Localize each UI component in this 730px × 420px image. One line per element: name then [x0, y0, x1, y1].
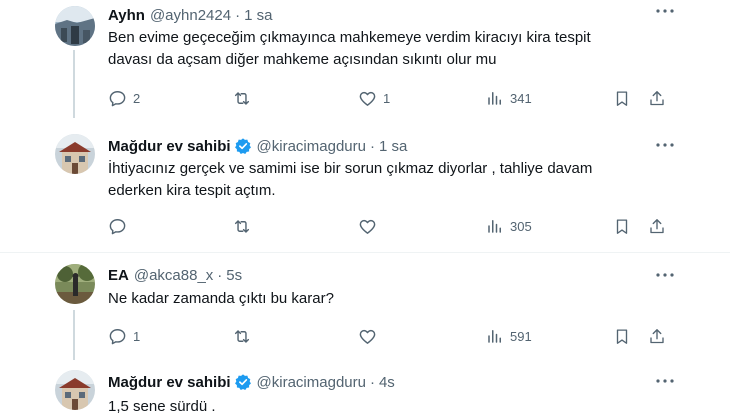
verified-badge-icon — [234, 137, 252, 155]
like-button[interactable] — [358, 216, 377, 236]
bookmark-icon — [616, 328, 628, 344]
share-icon — [650, 328, 664, 343]
views-count: 591 — [510, 328, 532, 344]
views-icon — [488, 330, 501, 343]
thread-line — [73, 310, 75, 360]
avatar[interactable] — [55, 134, 95, 174]
separator-dot: · — [217, 266, 223, 284]
tweet-text-line: 1,5 sene sürdü . — [108, 398, 216, 415]
like-button[interactable]: 1 — [358, 88, 390, 108]
retweet-icon — [234, 329, 250, 343]
tweet-text-line: ederken kira tespit açtım. — [108, 182, 276, 199]
tweet-text-line: İhtiyacınız gerçek ve samimi ise bir sor… — [108, 160, 593, 177]
author-handle[interactable]: @akca88_x — [134, 267, 213, 284]
share-icon — [650, 218, 664, 233]
tweet-text: Ben evime geçeceğim çıkmayınca mahkemeye… — [108, 27, 591, 71]
heart-icon — [359, 219, 376, 234]
tweet[interactable]: EA @akca88_x · 5s Ne kadar zamanda çıktı… — [0, 264, 730, 360]
views-count: 341 — [510, 90, 532, 106]
bookmark-icon — [616, 218, 628, 234]
views-count: 305 — [510, 218, 532, 234]
more-options-icon[interactable] — [655, 2, 675, 20]
author-name[interactable]: Mağdur ev sahibi — [108, 138, 231, 155]
separator-dot: · — [369, 373, 375, 391]
bookmark-icon — [616, 90, 628, 106]
avatar-image — [55, 264, 95, 304]
avatar[interactable] — [55, 370, 95, 410]
share-button[interactable] — [648, 326, 666, 346]
verified-badge-icon — [234, 373, 252, 391]
author-handle[interactable]: @ayhn2424 — [150, 7, 231, 24]
reply-icon — [109, 218, 126, 234]
tweet-text: İhtiyacınız gerçek ve samimi ise bir sor… — [108, 158, 592, 202]
share-icon — [650, 90, 664, 105]
tweet-text: Ne kadar zamanda çıktı bu karar? — [108, 288, 334, 310]
retweet-icon — [234, 219, 250, 233]
timestamp[interactable]: 4s — [379, 374, 395, 391]
bookmark-button[interactable] — [613, 326, 631, 346]
more-options-icon[interactable] — [655, 266, 675, 284]
reply-button[interactable]: 1 — [108, 326, 140, 346]
author-name[interactable]: EA — [108, 267, 129, 284]
reply-button[interactable]: 2 — [108, 88, 140, 108]
reply-icon — [109, 90, 126, 106]
retweet-button[interactable] — [232, 88, 252, 108]
views-icon — [488, 220, 501, 233]
tweet-text-line: davası da açsam diğer mahkeme açısından … — [108, 51, 497, 68]
tweet-text-line: Ne kadar zamanda çıktı bu karar? — [108, 290, 334, 307]
views-button[interactable]: 591 — [486, 326, 532, 346]
reply-count: 1 — [133, 328, 141, 344]
heart-icon — [359, 329, 376, 344]
more-options-icon[interactable] — [655, 372, 675, 390]
retweet-button[interactable] — [232, 216, 252, 236]
avatar-image — [55, 6, 95, 46]
tweet-actions: 2 1 341 — [108, 88, 668, 108]
bookmark-button[interactable] — [613, 88, 631, 108]
separator-dot: · — [369, 137, 375, 155]
heart-icon — [359, 91, 376, 106]
tweet-actions: 1 591 — [108, 326, 668, 346]
like-count: 1 — [383, 90, 391, 106]
more-options-icon[interactable] — [655, 136, 675, 154]
author-handle[interactable]: @kiracimagduru — [257, 374, 366, 391]
timestamp[interactable]: 1 sa — [379, 138, 407, 155]
tweet-actions: 305 — [108, 216, 668, 236]
separator-dot: · — [235, 6, 241, 24]
avatar-image — [55, 134, 95, 174]
thread-line — [73, 50, 75, 118]
like-button[interactable] — [358, 326, 377, 346]
share-button[interactable] — [648, 216, 666, 236]
reply-icon — [109, 328, 126, 344]
reply-button[interactable] — [108, 216, 127, 236]
share-button[interactable] — [648, 88, 666, 108]
tweet-divider — [0, 252, 730, 253]
tweet-text-line: Ben evime geçeceğim çıkmayınca mahkemeye… — [108, 29, 591, 46]
views-button[interactable]: 341 — [486, 88, 532, 108]
retweet-button[interactable] — [232, 326, 252, 346]
timestamp[interactable]: 5s — [226, 267, 242, 284]
tweet[interactable]: Mağdur ev sahibi @kiracimagduru · 4s 1,5… — [0, 370, 730, 420]
author-handle[interactable]: @kiracimagduru — [257, 138, 366, 155]
reply-count: 2 — [133, 90, 141, 106]
tweet-text: 1,5 sene sürdü . — [108, 396, 216, 418]
avatar[interactable] — [55, 6, 95, 46]
tweet[interactable]: Ayhn @ayhn2424 · 1 sa Ben evime geçeceği… — [0, 0, 730, 118]
views-icon — [488, 92, 501, 105]
bookmark-button[interactable] — [613, 216, 631, 236]
retweet-icon — [234, 91, 250, 105]
timestamp[interactable]: 1 sa — [244, 7, 272, 24]
author-name[interactable]: Mağdur ev sahibi — [108, 374, 231, 391]
avatar[interactable] — [55, 264, 95, 304]
avatar-image — [55, 370, 95, 410]
views-button[interactable]: 305 — [486, 216, 532, 236]
author-name[interactable]: Ayhn — [108, 7, 145, 24]
tweet[interactable]: Mağdur ev sahibi @kiracimagduru · 1 sa İ… — [0, 134, 730, 244]
